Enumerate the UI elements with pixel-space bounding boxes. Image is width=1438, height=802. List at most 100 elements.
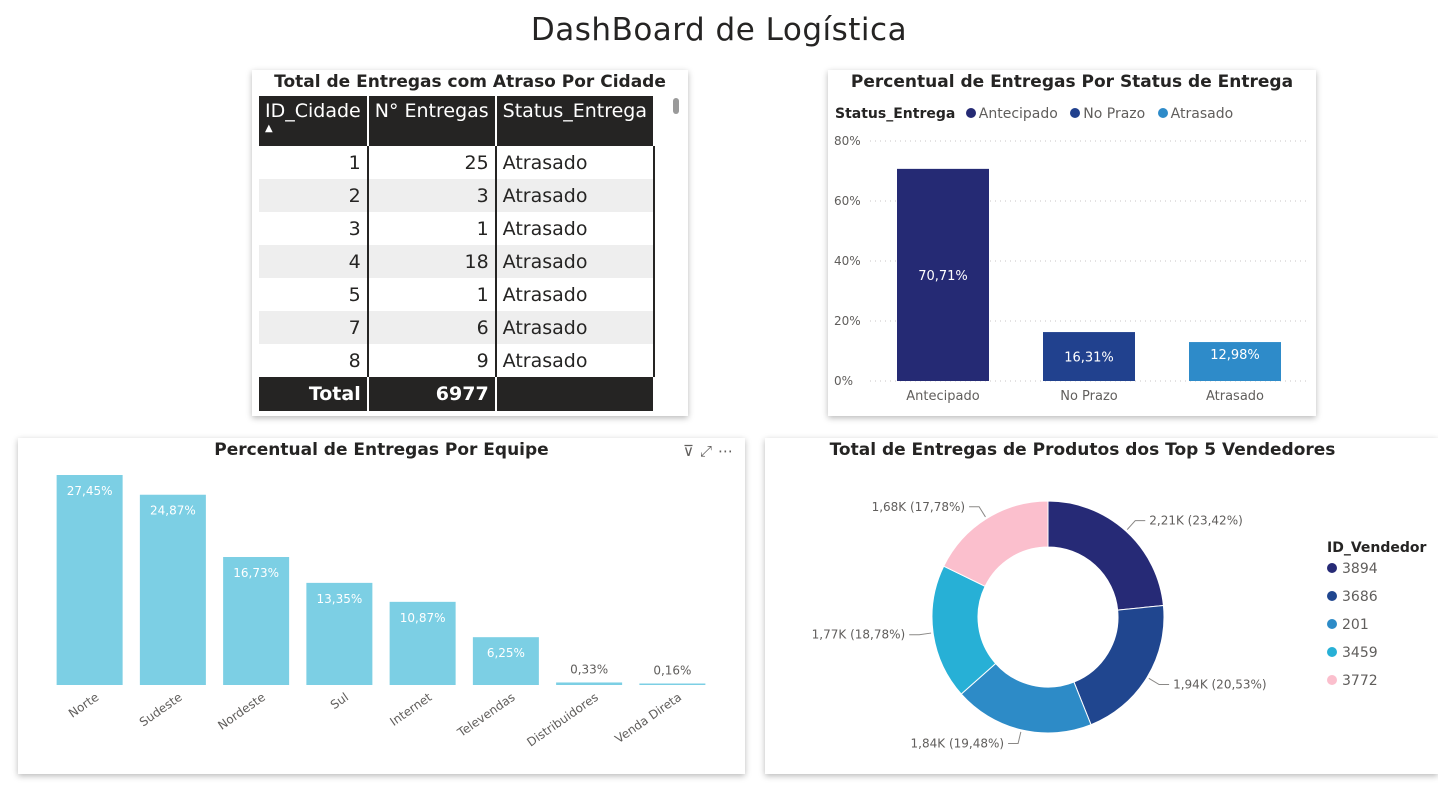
legend-item-3686: 3686 — [1342, 589, 1378, 605]
bar-norte — [56, 475, 123, 685]
bar-sudeste — [139, 494, 206, 685]
column-header-entregas[interactable]: N° Entregas — [367, 96, 497, 146]
y-tick-label: 20% — [834, 314, 861, 328]
leader-line-3894 — [1126, 520, 1146, 530]
legend-dot-3894 — [1327, 563, 1337, 573]
data-label-sul: 13,35% — [316, 592, 362, 606]
legend-dot-3686 — [1327, 591, 1337, 601]
x-tick-label-no-prazo: No Prazo — [1060, 389, 1118, 404]
table-row[interactable]: 2 3 Atrasado — [259, 179, 656, 212]
slice-3686 — [1073, 604, 1165, 726]
leader-line-3686 — [1148, 677, 1170, 685]
table-title: Total de Entregas com Atraso Por Cidade — [274, 72, 666, 92]
cell-entregas: 3 — [367, 179, 497, 212]
x-tick-label-internet: Internet — [387, 690, 434, 729]
data-label-internet: 10,87% — [400, 611, 446, 625]
y-tick-label: 0% — [834, 374, 853, 388]
x-tick-label-nordeste: Nordeste — [215, 690, 268, 733]
team-chart-card[interactable]: Percentual de Entregas Por Equipe ⊽⤢⋯ 27… — [18, 438, 745, 774]
y-tick-label: 60% — [834, 194, 861, 208]
data-label-televendas: 6,25% — [487, 646, 525, 660]
column-header-status[interactable]: Status_Entrega — [495, 96, 656, 146]
leader-line-3772 — [969, 506, 986, 518]
sort-ascending-icon[interactable]: ▲ — [265, 124, 361, 134]
table-row[interactable]: 4 18 Atrasado — [259, 245, 656, 278]
data-label-norte: 27,45% — [67, 484, 113, 498]
total-empty-cell — [495, 377, 656, 411]
delays-table[interactable]: ID_Cidade ▲ N° Entregas Status_Entrega 12… — [259, 96, 656, 411]
x-tick-label-norte: Norte — [66, 690, 101, 721]
x-tick-label-venda-direta: Venda Direta — [612, 690, 684, 746]
cell-entregas: 1 — [367, 278, 497, 311]
vendors-donut-chart: 2,21K (23,42%) 1,94K (20,53%) 1,84K (19,48… — [812, 500, 1427, 751]
legend-item-3772: 3772 — [1342, 673, 1378, 689]
legend-title: ID_Vendedor — [1327, 540, 1427, 556]
delays-by-city-table-card[interactable]: Total de Entregas com Atraso Por Cidade … — [252, 70, 688, 416]
leader-line-3459 — [909, 632, 932, 636]
legend-dot-3772 — [1327, 675, 1337, 685]
data-label-antecipado: 70,71% — [918, 269, 968, 284]
data-label-no-prazo: 16,31% — [1064, 351, 1114, 366]
cell-id-cidade: 4 — [259, 245, 369, 278]
x-tick-label-distribuidores: Distribuidores — [524, 690, 601, 749]
cell-id-cidade: 2 — [259, 179, 369, 212]
vendors-donut-card[interactable]: Total de Entregas de Produtos dos Top 5 … — [765, 438, 1438, 774]
slice-label-3772: 1,68K (17,78%) — [872, 500, 966, 514]
legend-dot-3459 — [1327, 647, 1337, 657]
status-bar-chart: 0% 20% 40% 60% 80% 70,71% Antecipado 16,31% No P… — [834, 134, 1308, 404]
cell-status: Atrasado — [495, 245, 656, 278]
slice-3772 — [943, 500, 1049, 587]
status-chart-card[interactable]: Percentual de Entregas Por Status de Ent… — [828, 70, 1316, 416]
x-tick-label-antecipado: Antecipado — [906, 389, 979, 404]
cell-entregas: 18 — [367, 245, 497, 278]
table-row[interactable]: 5 1 Atrasado — [259, 278, 656, 311]
cell-id-cidade: 5 — [259, 278, 369, 311]
y-tick-label: 80% — [834, 134, 861, 148]
table-row[interactable]: 1 25 Atrasado — [259, 146, 656, 179]
cell-id-cidade: 8 — [259, 344, 369, 377]
legend-item-201: 201 — [1342, 617, 1369, 633]
cell-entregas: 9 — [367, 344, 497, 377]
bar-televendas — [472, 637, 539, 685]
data-label-nordeste: 16,73% — [233, 566, 279, 580]
data-label-atrasado: 12,98% — [1210, 348, 1260, 363]
bar-venda-direta — [639, 683, 706, 685]
x-tick-label-atrasado: Atrasado — [1206, 389, 1264, 404]
x-tick-label-sudeste: Sudeste — [137, 690, 185, 729]
table-row[interactable]: 8 9 Atrasado — [259, 344, 656, 377]
total-value: 6977 — [367, 377, 497, 411]
cell-entregas: 25 — [367, 146, 497, 179]
slice-label-3686: 1,94K (20,53%) — [1173, 677, 1267, 691]
y-tick-label: 40% — [834, 254, 861, 268]
slice-label-3459: 1,77K (18,78%) — [812, 628, 906, 642]
data-label-distribuidores: 0,33% — [570, 662, 608, 676]
cell-id-cidade: 7 — [259, 311, 369, 344]
cell-status: Atrasado — [495, 344, 656, 377]
table-row[interactable]: 3 1 Atrasado — [259, 212, 656, 245]
cell-status: Atrasado — [495, 212, 656, 245]
column-header-id-cidade[interactable]: ID_Cidade ▲ — [259, 96, 369, 146]
table-row[interactable]: 7 6 Atrasado — [259, 311, 656, 344]
data-label-sudeste: 24,87% — [150, 504, 196, 518]
x-tick-label-televendas: Televendas — [454, 690, 517, 740]
total-label: Total — [259, 377, 369, 411]
table-scrollbar[interactable] — [673, 98, 679, 114]
cell-status: Atrasado — [495, 311, 656, 344]
x-tick-label-sul: Sul — [328, 690, 351, 712]
data-label-venda-direta: 0,16% — [653, 664, 691, 678]
page-title: DashBoard de Logística — [530, 12, 908, 48]
legend-dot-201 — [1327, 619, 1337, 629]
slice-label-3894: 2,21K (23,42%) — [1149, 514, 1243, 528]
cell-entregas: 6 — [367, 311, 497, 344]
cell-status: Atrasado — [495, 278, 656, 311]
cell-id-cidade: 3 — [259, 212, 369, 245]
team-bar-chart: 27,45% Norte 24,87% Sudeste 16,73% Nordeste 13… — [56, 475, 706, 749]
slice-3894 — [1047, 500, 1164, 611]
cell-status: Atrasado — [495, 146, 656, 179]
leader-line-201 — [1008, 731, 1022, 745]
legend-item-3894: 3894 — [1342, 561, 1378, 577]
cell-id-cidade: 1 — [259, 146, 369, 179]
slice-label-201: 1,84K (19,48%) — [911, 737, 1005, 751]
legend-item-3459: 3459 — [1342, 645, 1378, 661]
total-row: Total 6977 — [259, 377, 656, 411]
